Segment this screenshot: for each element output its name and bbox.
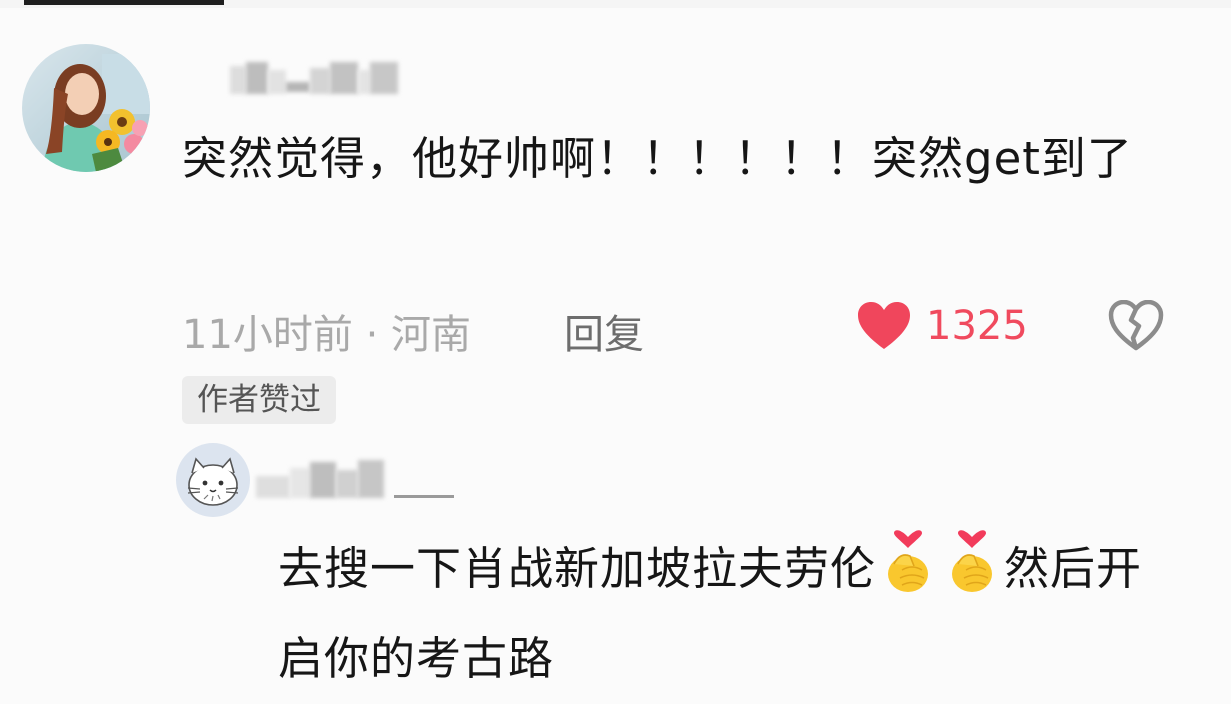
reply-text: 去搜一下肖战新加坡拉夫劳伦 然后开启你的考古路 [278, 524, 1178, 704]
cat-avatar [176, 443, 250, 517]
author-liked-badge: 作者赞过 [182, 376, 336, 424]
like-button[interactable]: 1325 [856, 298, 1028, 354]
finger-heart-emoji [888, 530, 929, 592]
reply-username-redacted [256, 460, 454, 498]
broken-heart-icon [1108, 299, 1164, 351]
top-bar-segment [24, 0, 224, 5]
like-count: 1325 [926, 303, 1028, 349]
comment-text: 突然觉得，他好帅啊！！！！！！突然get到了 [182, 132, 1133, 185]
username-redacted [230, 62, 398, 94]
comment-time-location: 11小时前 · 河南 [182, 312, 472, 358]
top-bar [0, 0, 1231, 8]
dislike-button[interactable] [1108, 299, 1164, 352]
comment-meta-row: 11小时前 · 河南 回复 1325 [182, 298, 1182, 358]
avatar[interactable] [22, 44, 150, 172]
reply-avatar[interactable] [176, 443, 250, 517]
avatar-photo [22, 44, 150, 172]
reply-text-part1: 去搜一下肖战新加坡拉夫劳伦 [278, 542, 877, 595]
finger-heart-emoji [952, 530, 993, 592]
reply-button[interactable]: 回复 [564, 302, 644, 360]
heart-filled-icon [858, 302, 910, 349]
